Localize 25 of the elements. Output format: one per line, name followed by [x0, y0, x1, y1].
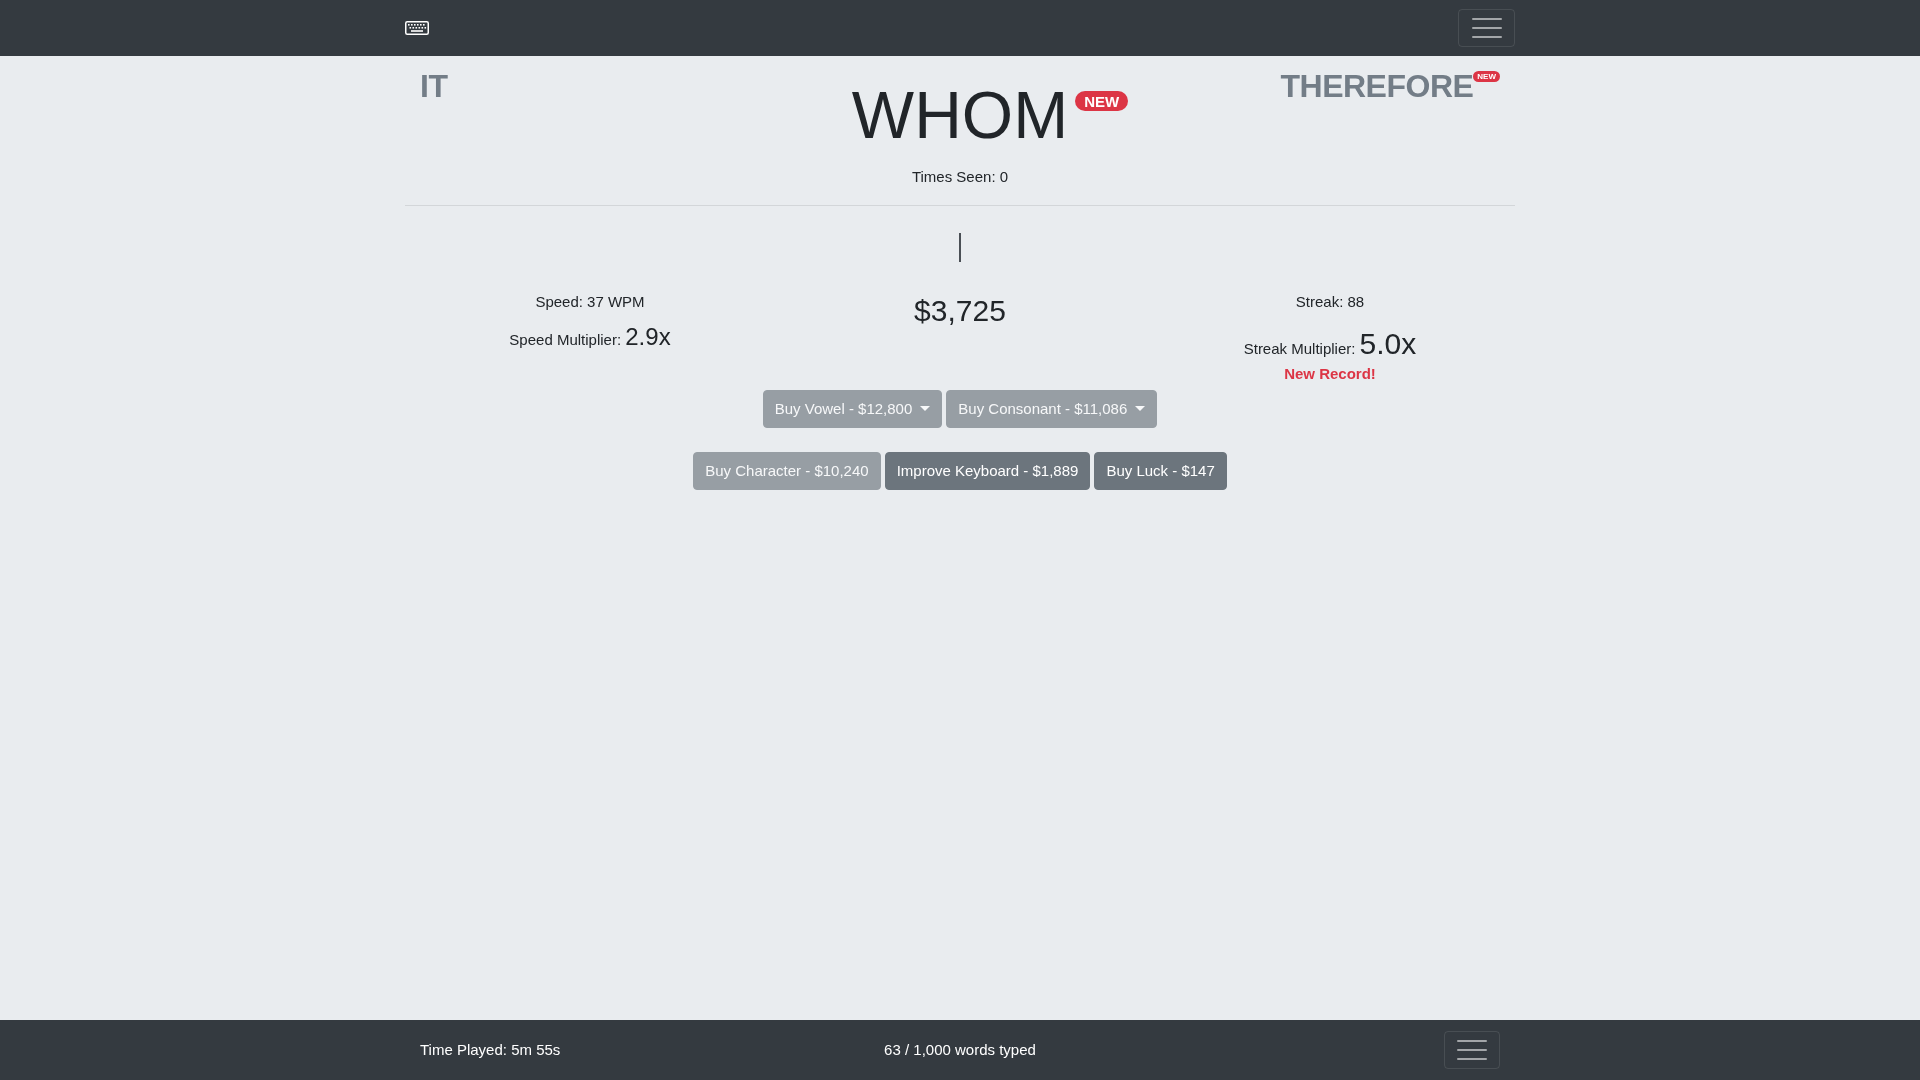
- menu-icon: [1457, 1040, 1487, 1060]
- menu-icon: [1471, 18, 1502, 38]
- speed-reading: Speed: 37 WPM: [534, 291, 646, 312]
- menu-toggle-button[interactable]: [1444, 1031, 1500, 1069]
- new-word-badge: NEW: [1075, 91, 1129, 111]
- shop-button[interactable]: Improve Keyboard - $1,889: [884, 451, 1091, 490]
- menu-toggle-button[interactable]: [1458, 9, 1515, 47]
- record-note: New Record!: [1283, 364, 1377, 384]
- new-word-badge: NEW: [1473, 71, 1500, 82]
- streak-count: Streak: 88: [1294, 291, 1366, 312]
- speed-multiplier-value: 2.9x: [625, 323, 671, 350]
- previous-word: IT: [419, 67, 449, 106]
- caret-icon: [920, 406, 931, 412]
- next-word: THEREFORE: [1280, 68, 1474, 104]
- current-word: WHOM: [851, 82, 1069, 148]
- time-played: Time Played: 5m 55s: [420, 1039, 562, 1060]
- money-balance: $3,725: [913, 292, 1007, 329]
- shop-button[interactable]: Buy Luck - $147: [1094, 451, 1227, 490]
- speed-multiplier-label: Speed Multiplier:: [509, 331, 622, 348]
- words-typed-count: 63 / 1,000 words typed: [884, 1039, 1036, 1060]
- streak-multiplier-value: 5.0x: [1359, 327, 1417, 360]
- caret-icon: [1135, 406, 1146, 412]
- streak-multiplier-label: Streak Multiplier:: [1243, 340, 1356, 357]
- keyboard-icon: [405, 21, 429, 35]
- times-seen-count: Times Seen: 0: [910, 167, 1010, 187]
